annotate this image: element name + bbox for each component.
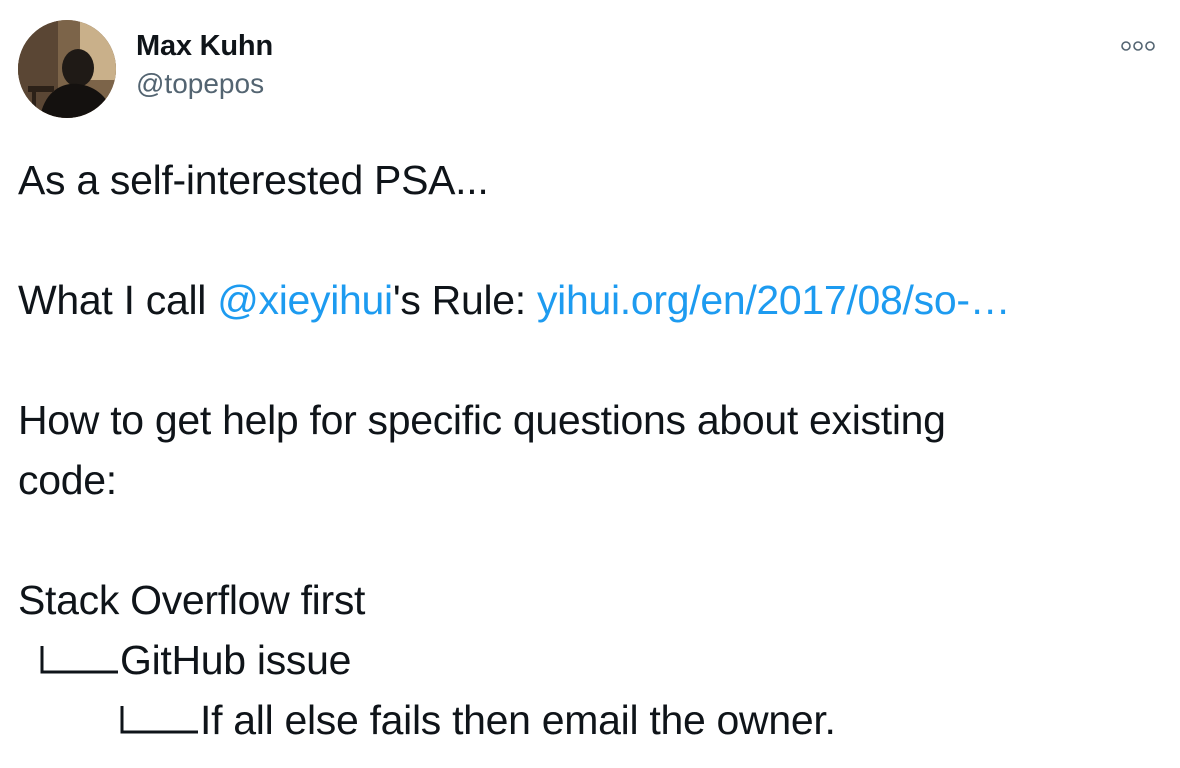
author-names: Max Kuhn @topepos [136, 28, 273, 102]
tree-grandchild: If all else fails then email the owner. [200, 697, 836, 743]
tweet-card: Max Kuhn @topepos As a self-interested P… [0, 0, 1180, 768]
tree-branch-icon [118, 690, 200, 766]
tree-child-row: GitHub issue [18, 630, 1148, 690]
url-link[interactable]: yihui.org/en/2017/08/so-… [537, 277, 1011, 323]
tree-root: Stack Overflow first [18, 577, 366, 623]
author-handle[interactable]: @topepos [136, 66, 273, 102]
tree-branch-icon [38, 630, 120, 706]
more-options-button[interactable] [1118, 32, 1158, 60]
tweet-line-code: code: [18, 457, 117, 503]
tweet-line-howto: How to get help for specific questions a… [18, 397, 946, 443]
tweet-line-psa: As a self-interested PSA... [18, 157, 489, 203]
avatar[interactable] [18, 20, 116, 118]
tweet-line-rule: What I call @xieyihui's Rule: yihui.org/… [18, 270, 1148, 330]
tweet-header: Max Kuhn @topepos [18, 18, 1162, 120]
rule-middle-text: 's Rule: [392, 277, 537, 323]
mention-link[interactable]: @xieyihui [217, 277, 393, 323]
tree-grandchild-row: If all else fails then email the owner. [18, 690, 1148, 750]
more-horizontal-icon [1121, 41, 1155, 51]
rule-prefix-text: What I call [18, 277, 218, 323]
avatar-photo [18, 20, 116, 118]
tree-child: GitHub issue [120, 637, 352, 683]
tweet-text: As a self-interested PSA... What I call … [18, 150, 1148, 750]
author-display-name[interactable]: Max Kuhn [136, 28, 273, 64]
